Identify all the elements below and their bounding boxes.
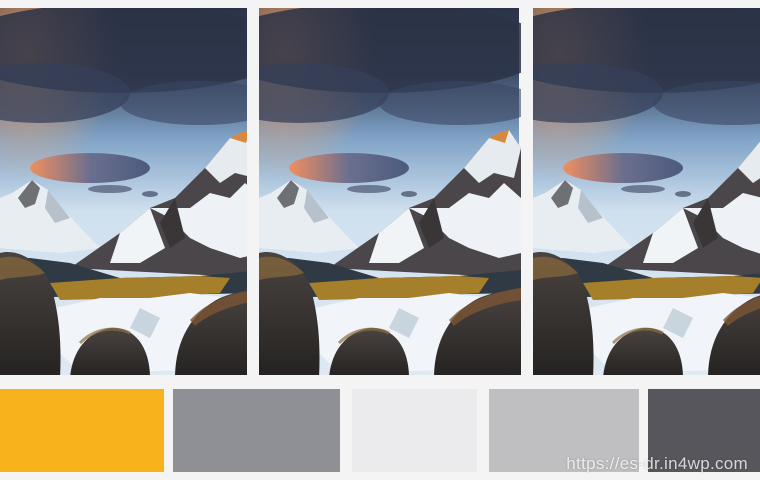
- mountain-landscape-image: [259, 8, 521, 375]
- landscape-panel-3: [533, 8, 760, 375]
- watermark-url: https://es-dr.in4wp.com: [566, 454, 748, 473]
- mountain-landscape-image: [533, 8, 760, 375]
- landscape-panel-1: [0, 8, 247, 375]
- mountain-landscape-image: [0, 8, 247, 375]
- landscape-panel-2: [259, 8, 521, 375]
- color-swatch-yellow: [0, 389, 164, 472]
- color-swatch-white: [352, 389, 477, 472]
- color-swatch-gray: [173, 389, 340, 472]
